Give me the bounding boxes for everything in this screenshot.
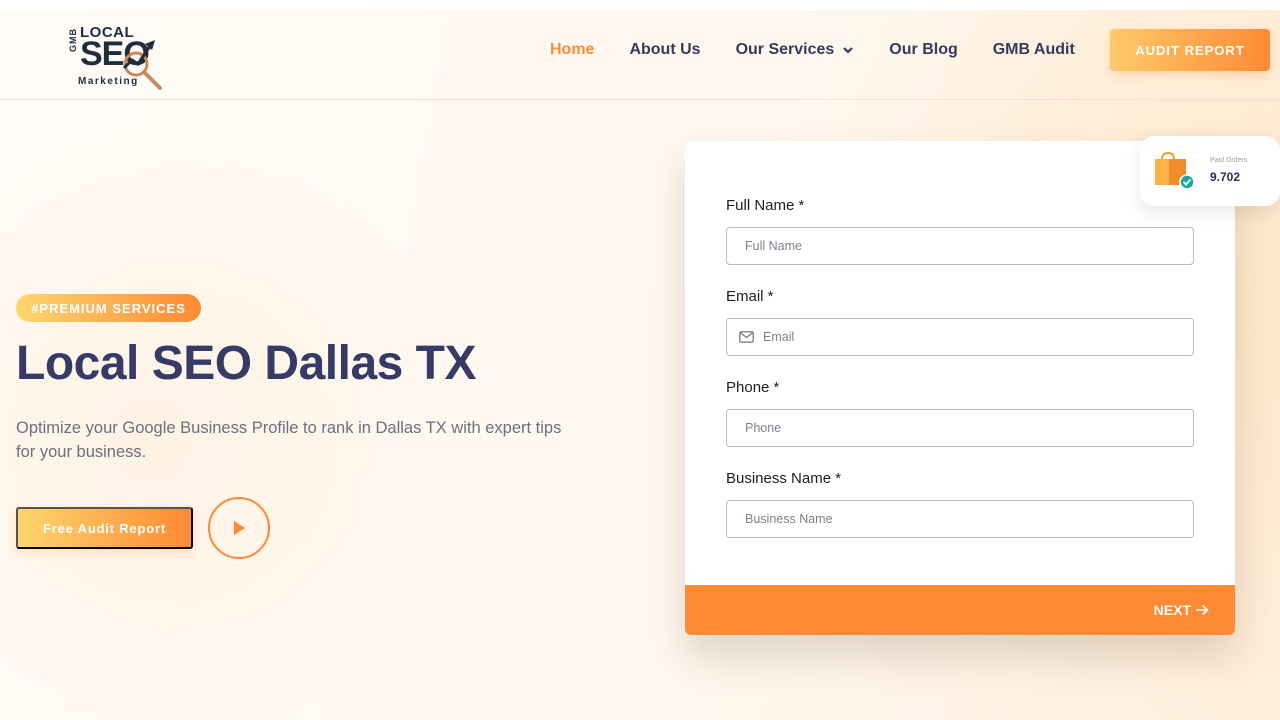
site-header: GMB LOCAL SEO Marketing Home About Us Ou… <box>0 10 1280 100</box>
full-name-label: Full Name * <box>726 197 805 214</box>
phone-label: Phone * <box>726 379 780 396</box>
next-button[interactable]: NEXT <box>685 585 1235 635</box>
phone-input[interactable]: Phone <box>726 409 1194 447</box>
audit-form-card: Full Name * Full Name Email * Email Phon… <box>685 141 1235 635</box>
full-name-placeholder: Full Name <box>745 239 802 253</box>
nav-our-services-label: Our Services <box>735 41 835 58</box>
email-placeholder: Email <box>763 330 795 344</box>
full-name-input[interactable]: Full Name <box>726 227 1194 265</box>
shopping-bag-check-icon <box>1155 151 1195 190</box>
mail-icon <box>739 331 754 343</box>
free-audit-report-button[interactable]: Free Audit Report <box>16 507 193 549</box>
paid-orders-widget: Paid Orders 9.702 <box>1140 136 1280 206</box>
nav-our-services[interactable]: Our Services <box>736 41 855 59</box>
email-input[interactable]: Email <box>726 318 1194 356</box>
email-label: Email * <box>726 288 774 305</box>
audit-report-button[interactable]: AUDIT REPORT <box>1110 29 1270 71</box>
chevron-down-icon <box>843 47 854 54</box>
business-name-label: Business Name * <box>726 470 842 487</box>
paid-orders-value: 9.702 <box>1210 170 1241 184</box>
business-name-input[interactable]: Business Name <box>726 500 1194 538</box>
nav-gmb-audit[interactable]: GMB Audit <box>993 41 1075 59</box>
nav-about-us[interactable]: About Us <box>629 41 700 59</box>
nav-home[interactable]: Home <box>550 41 594 59</box>
phone-field: Phone * Phone <box>726 379 1194 447</box>
next-label: NEXT <box>1153 602 1191 618</box>
play-video-button[interactable] <box>208 497 270 559</box>
full-name-field: Full Name * Full Name <box>726 197 1194 265</box>
page-background: GMB LOCAL SEO Marketing Home About Us Ou… <box>0 10 1280 720</box>
hero-description: Optimize your Google Business Profile to… <box>16 419 562 461</box>
logo-marketing-text: Marketing <box>78 76 139 87</box>
play-icon <box>234 521 245 535</box>
nav-our-blog[interactable]: Our Blog <box>889 41 957 59</box>
site-logo[interactable]: GMB LOCAL SEO Marketing <box>68 22 168 90</box>
logo-gmb-text: GMB <box>68 28 78 52</box>
paid-orders-label: Paid Orders <box>1210 157 1248 164</box>
business-name-placeholder: Business Name <box>745 512 833 526</box>
hero-title: Local SEO Dallas TX <box>16 337 477 390</box>
phone-placeholder: Phone <box>745 421 782 435</box>
arrow-right-icon <box>1195 604 1209 616</box>
email-field: Email * Email <box>726 288 1194 356</box>
business-name-field: Business Name * Business Name <box>726 470 1194 538</box>
main-nav: Home About Us Our Services Our Blog GMB … <box>550 40 1110 60</box>
premium-services-badge: #PREMIUM SERVICES <box>16 294 201 322</box>
